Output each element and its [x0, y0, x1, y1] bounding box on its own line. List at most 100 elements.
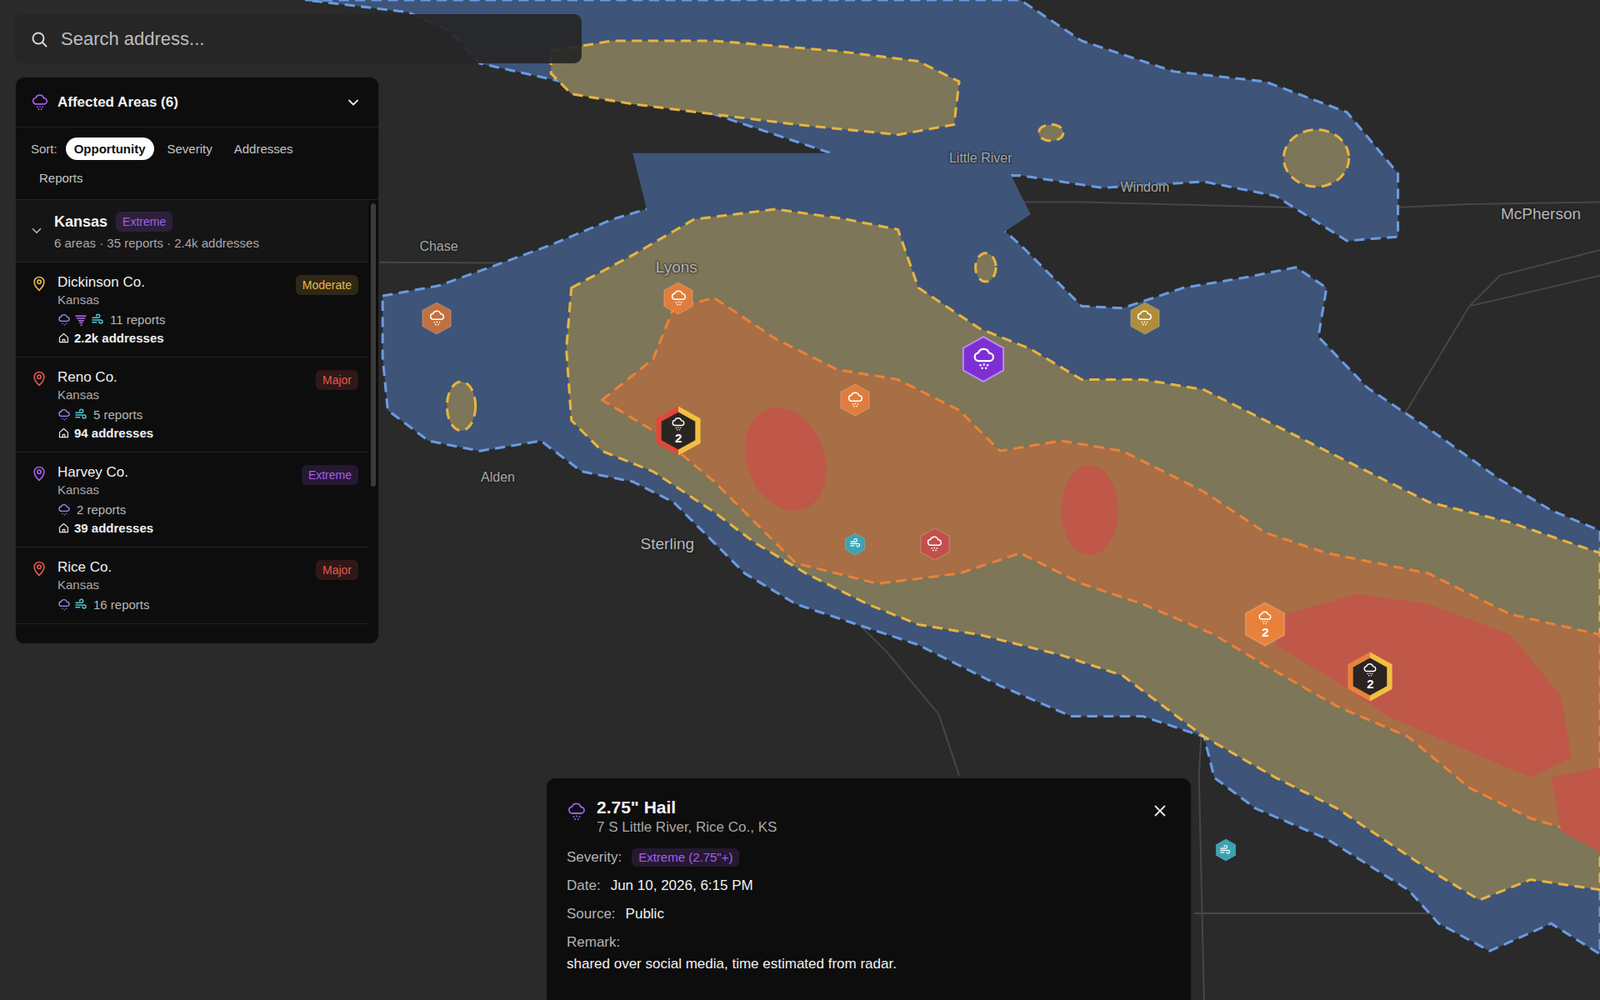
marker-content: 2 [1243, 600, 1287, 649]
report-marker[interactable] [420, 300, 453, 336]
severity-badge: Moderate [295, 275, 359, 295]
area-item[interactable]: Rice Co.Kansas16 reportsMajor [15, 547, 369, 625]
area-name: Rice Co. [57, 558, 306, 577]
report-marker[interactable] [839, 382, 871, 418]
sort-bar: Sort:OpportunitySeverityAddressesReports [15, 127, 379, 200]
group-name: Kansas [54, 213, 108, 231]
report-marker[interactable] [960, 335, 1006, 385]
popup-header: 2.75" Hail7 S Little River, Rice Co., KS [566, 796, 1170, 837]
place-label: McPherson [1500, 205, 1581, 224]
hail-icon [566, 801, 587, 822]
chevron-down-icon[interactable] [29, 223, 45, 239]
marker-count: 2 [1366, 677, 1374, 691]
area-reports: 16 reports [57, 597, 306, 612]
hail-icon [1135, 308, 1154, 328]
marker-content [1129, 300, 1161, 336]
severity-badge: Extreme (2.75"+) [631, 848, 740, 867]
chevron-down-icon[interactable] [345, 94, 362, 111]
report-popup: 2.75" Hail7 S Little River, Rice Co., KS… [545, 777, 1192, 1000]
severity-badge: Extreme [115, 211, 173, 232]
area-name: Reno Co. [57, 368, 306, 387]
report-marker[interactable] [1129, 300, 1161, 336]
marker-content [839, 382, 871, 418]
house-icon [57, 426, 70, 440]
swath-moderate [446, 40, 1600, 900]
place-label: Lyons [655, 258, 698, 277]
marker-content: 2 [655, 405, 702, 457]
field-label: Source: [566, 903, 616, 925]
hexagon-icon [1129, 300, 1161, 336]
wind-icon [1219, 843, 1231, 857]
marker-content [960, 335, 1006, 385]
location-pin-icon [30, 465, 48, 482]
hexagon-icon [420, 300, 453, 336]
marker-content [1215, 838, 1237, 863]
group-text: Kansas Extreme 6 areas · 35 reports · 2.4k… [54, 211, 260, 250]
magnifier-icon [29, 29, 50, 50]
close-icon[interactable] [1150, 801, 1170, 820]
area-name: Dickinson Co. [57, 273, 286, 292]
report-marker[interactable] [844, 531, 866, 556]
report-marker[interactable] [662, 280, 695, 316]
area-state: Kansas [57, 576, 306, 594]
address-count: 2.2k addresses [74, 330, 165, 345]
map-screen: Little RiverWindomMcPhersonChaseLyonsAld… [0, 0, 1600, 1000]
sort-option[interactable]: Addresses [225, 137, 302, 160]
report-marker[interactable]: 2 [1346, 650, 1394, 703]
tornado-icon [74, 313, 88, 327]
hexagon-icon [839, 382, 871, 418]
area-item[interactable]: Harvey Co.Kansas2 reports39 addressesExt… [15, 452, 369, 548]
marker-count: 2 [675, 431, 682, 445]
sort-option[interactable]: Opportunity [65, 137, 155, 160]
popup-title: 2.75" Hail [596, 796, 1141, 819]
report-marker[interactable] [1215, 838, 1237, 863]
report-count: 5 reports [93, 407, 143, 422]
hail-icon [1257, 610, 1273, 625]
group-meta: 6 areas · 35 reports · 2.4k addresses [54, 235, 260, 250]
area-body: Reno Co.Kansas5 reports94 addresses [57, 368, 306, 440]
sort-option[interactable]: Severity [159, 137, 221, 160]
popup-field: Date:Jun 10, 2026, 6:15 PM [566, 875, 1170, 897]
area-list-wrap: Kansas Extreme 6 areas · 35 reports · 2.4k… [15, 200, 379, 644]
hexagon-icon [655, 405, 702, 457]
hail-icon [1362, 662, 1378, 678]
marker-count: 2 [1261, 625, 1269, 639]
marker-content [919, 526, 951, 562]
house-icon [57, 521, 70, 535]
marker-content [420, 300, 453, 336]
report-count: 16 reports [93, 597, 150, 612]
group-title-line: Kansas Extreme [54, 211, 260, 232]
severity-badge: Major [315, 370, 359, 390]
panel-header[interactable]: Affected Areas (6) [15, 77, 379, 128]
report-marker[interactable] [919, 526, 951, 562]
hail-icon [57, 408, 71, 422]
hexagon-icon [662, 280, 695, 316]
area-body: Rice Co.Kansas 16 reports [57, 558, 306, 612]
sort-option[interactable]: Reports [30, 166, 92, 190]
hail-icon [57, 313, 71, 327]
area-addresses: 2.2k addresses [57, 330, 286, 345]
search-input[interactable] [59, 27, 567, 51]
group-row[interactable]: Kansas Extreme 6 areas · 35 reports · 2.4k… [15, 200, 369, 263]
place-label: Sterling [640, 535, 695, 554]
area-state: Kansas [57, 386, 306, 404]
report-count: 11 reports [110, 312, 165, 327]
search-bar[interactable] [14, 14, 582, 64]
wind-icon [74, 598, 88, 612]
hail-icon [670, 416, 686, 432]
hail-icon [846, 390, 865, 410]
scrollbar[interactable] [368, 200, 379, 644]
wind-icon [849, 537, 861, 551]
report-count: 2 reports [76, 502, 126, 517]
report-marker[interactable]: 2 [1243, 600, 1287, 649]
area-item[interactable]: Dickinson Co.Kansas11 reports2.2k addres… [15, 262, 369, 358]
area-item[interactable]: Reno Co.Kansas5 reports94 addressesMajor [15, 357, 369, 453]
severity-badge: Extreme [301, 465, 359, 485]
marker-content [844, 531, 866, 556]
hail-icon [925, 534, 944, 554]
area-state: Kansas [57, 481, 292, 499]
area-body: Dickinson Co.Kansas11 reports2.2k addres… [57, 273, 286, 345]
hail-icon [428, 308, 446, 328]
scrollbar-thumb[interactable] [370, 203, 376, 487]
report-marker[interactable]: 2 [655, 405, 702, 457]
